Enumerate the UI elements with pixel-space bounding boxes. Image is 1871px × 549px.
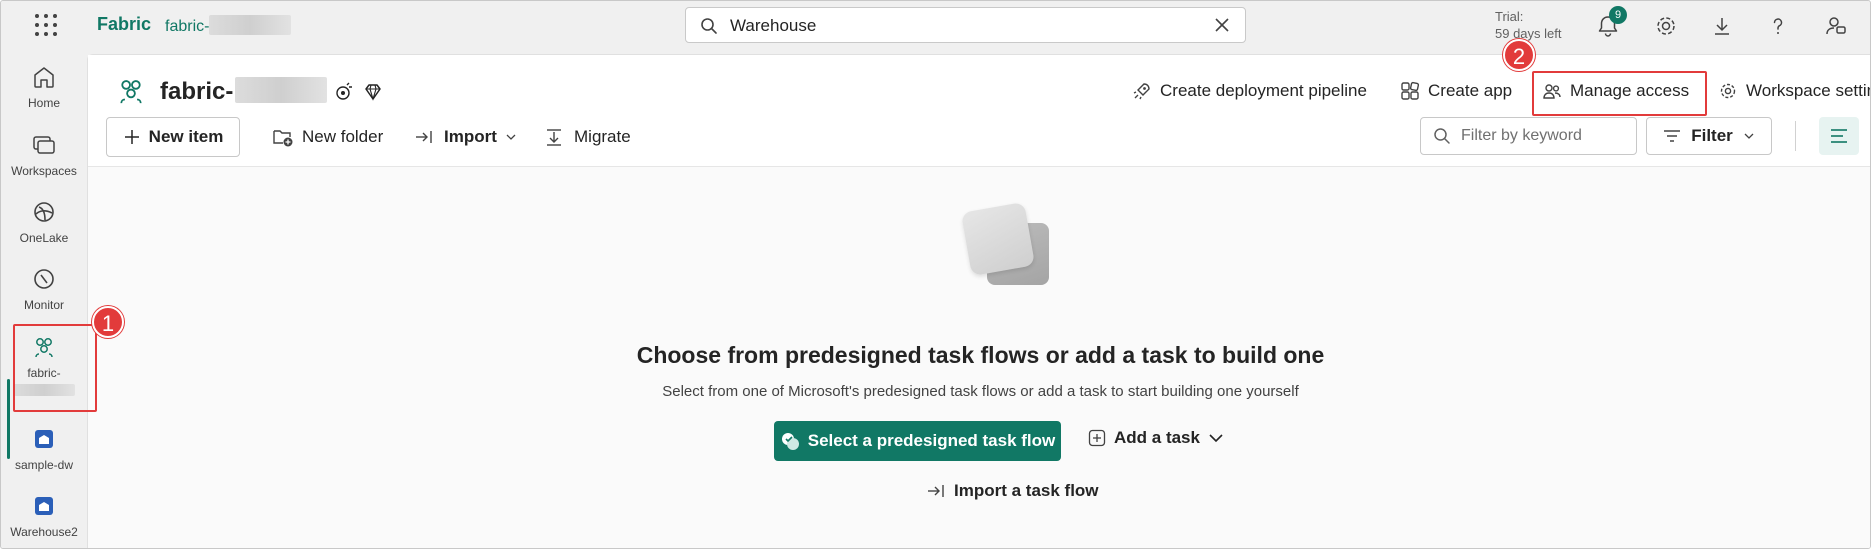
redacted-text: [235, 77, 328, 103]
page-title-text: fabric-: [160, 78, 234, 105]
task-flow-icon: [781, 433, 799, 450]
app-window: Fabric fabric- Warehouse Trial: 59 days …: [0, 0, 1871, 549]
add-task-button[interactable]: Add a task: [1088, 428, 1224, 448]
button-label: Create app: [1428, 81, 1513, 100]
import-dropdown[interactable]: Import: [414, 117, 517, 157]
workspace-panel: fabric- Create deployment pipeline Creat…: [87, 54, 1871, 548]
onelake-icon: [34, 202, 54, 222]
rail-item-home[interactable]: Home: [1, 63, 87, 110]
button-label: Workspace settin: [1746, 81, 1871, 100]
chevron-down-icon: [1744, 133, 1754, 139]
annotation-highlight-2: [1532, 71, 1707, 116]
rocket-icon: [1133, 83, 1150, 100]
breadcrumb-workspace[interactable]: fabric-: [165, 15, 292, 36]
rail-item-onelake[interactable]: OneLake: [1, 198, 87, 245]
rail-item-workspaces[interactable]: Workspaces: [1, 131, 87, 178]
app-name[interactable]: Fabric: [97, 14, 151, 35]
rail-item-label: OneLake: [19, 231, 69, 245]
chevron-down-icon: [1209, 434, 1223, 443]
chevron-down-icon: [506, 134, 516, 140]
filter-placeholder: Filter by keyword: [1461, 127, 1582, 144]
breadcrumb-workspace-label: fabric-: [165, 18, 210, 35]
app-icon: [1401, 81, 1420, 100]
filter-keyword-input[interactable]: Filter by keyword: [1420, 117, 1637, 155]
monitor-icon: [34, 269, 54, 289]
page-title: fabric-: [160, 77, 328, 106]
rail-item-label: Workspaces: [11, 164, 77, 178]
empty-state-headline: Choose from predesigned task flows or ad…: [636, 342, 1325, 368]
people-feedback-icon[interactable]: [1823, 13, 1849, 39]
workspace-settings-button[interactable]: Workspace settin: [1718, 81, 1871, 101]
button-label: New item: [148, 127, 224, 146]
trial-label: Trial:: [1495, 9, 1524, 24]
button-label: Select a predesigned task flow: [807, 431, 1056, 450]
import-task-flow-button[interactable]: Import a task flow: [926, 481, 1099, 501]
filter-icon: [1664, 130, 1681, 142]
import-icon: [928, 485, 944, 497]
trial-days: 59 days left: [1495, 26, 1562, 41]
search-input[interactable]: Warehouse: [730, 16, 816, 36]
trial-status[interactable]: Trial: 59 days left: [1495, 8, 1562, 42]
rail-item-label: Monitor: [23, 298, 64, 312]
rail-item-label: Home: [27, 96, 60, 110]
new-folder-button[interactable]: New folder: [272, 117, 383, 157]
add-square-icon: [1088, 429, 1106, 447]
warehouse-icon: [35, 497, 53, 515]
left-rail: Home Workspaces OneLake Monitor fabric- …: [1, 51, 87, 548]
select-task-flow-button[interactable]: Select a predesigned task flow: [774, 421, 1061, 461]
list-view-icon: [1831, 129, 1847, 143]
warehouse-icon: [35, 430, 53, 448]
gear-icon: [1720, 83, 1736, 99]
annotation-callout-2: 2: [1503, 39, 1535, 71]
annotation-callout-1: 1: [92, 306, 124, 338]
rail-item-warehouse2[interactable]: Warehouse2: [1, 492, 87, 539]
button-label: Migrate: [574, 127, 631, 146]
notification-badge: 9: [1609, 6, 1627, 24]
new-item-button[interactable]: New item: [106, 117, 240, 157]
divider: [1795, 121, 1796, 151]
button-label: Filter: [1691, 126, 1733, 145]
rail-item-monitor[interactable]: Monitor: [1, 265, 87, 312]
workspace-group-icon: [120, 80, 142, 104]
search-icon: [1434, 128, 1450, 144]
filter-button[interactable]: Filter: [1646, 117, 1772, 155]
rail-item-label: sample-dw: [14, 458, 74, 472]
migrate-button[interactable]: Migrate: [544, 117, 631, 157]
create-app-button[interactable]: Create app: [1400, 81, 1512, 101]
button-label: Add a task: [1114, 428, 1200, 447]
top-bar: Fabric fabric- Warehouse Trial: 59 days …: [1, 1, 1870, 51]
waffle-icon[interactable]: [35, 14, 57, 36]
empty-state-subtitle: Select from one of Microsoft's predesign…: [662, 383, 1299, 400]
migrate-icon: [547, 129, 561, 146]
download-icon[interactable]: [1709, 13, 1735, 39]
rail-item-label: Warehouse2: [10, 525, 78, 539]
close-icon[interactable]: [1213, 16, 1231, 34]
search-icon: [701, 18, 717, 34]
gear-icon[interactable]: [1653, 13, 1679, 39]
folder-add-icon: [273, 130, 293, 147]
button-label: Create deployment pipeline: [1160, 81, 1367, 100]
rail-item-sample-dw[interactable]: sample-dw: [1, 425, 87, 472]
list-view-button[interactable]: [1819, 117, 1859, 155]
redacted-text: [209, 15, 292, 35]
create-deployment-pipeline-button[interactable]: Create deployment pipeline: [1132, 81, 1367, 101]
button-label: Import a task flow: [954, 481, 1099, 500]
diamond-icon[interactable]: [362, 81, 384, 103]
help-icon[interactable]: [1765, 13, 1791, 39]
annotation-highlight-1: [13, 324, 97, 412]
search-box[interactable]: Warehouse: [685, 7, 1246, 43]
task-flow-illustration: [960, 201, 1060, 298]
button-label: Import: [444, 127, 497, 146]
workspace-identity-icon[interactable]: [332, 81, 354, 103]
button-label: New folder: [302, 127, 384, 146]
import-icon: [416, 131, 432, 143]
plus-icon: [124, 130, 139, 144]
workspaces-icon: [33, 136, 55, 154]
home-icon: [34, 67, 54, 88]
